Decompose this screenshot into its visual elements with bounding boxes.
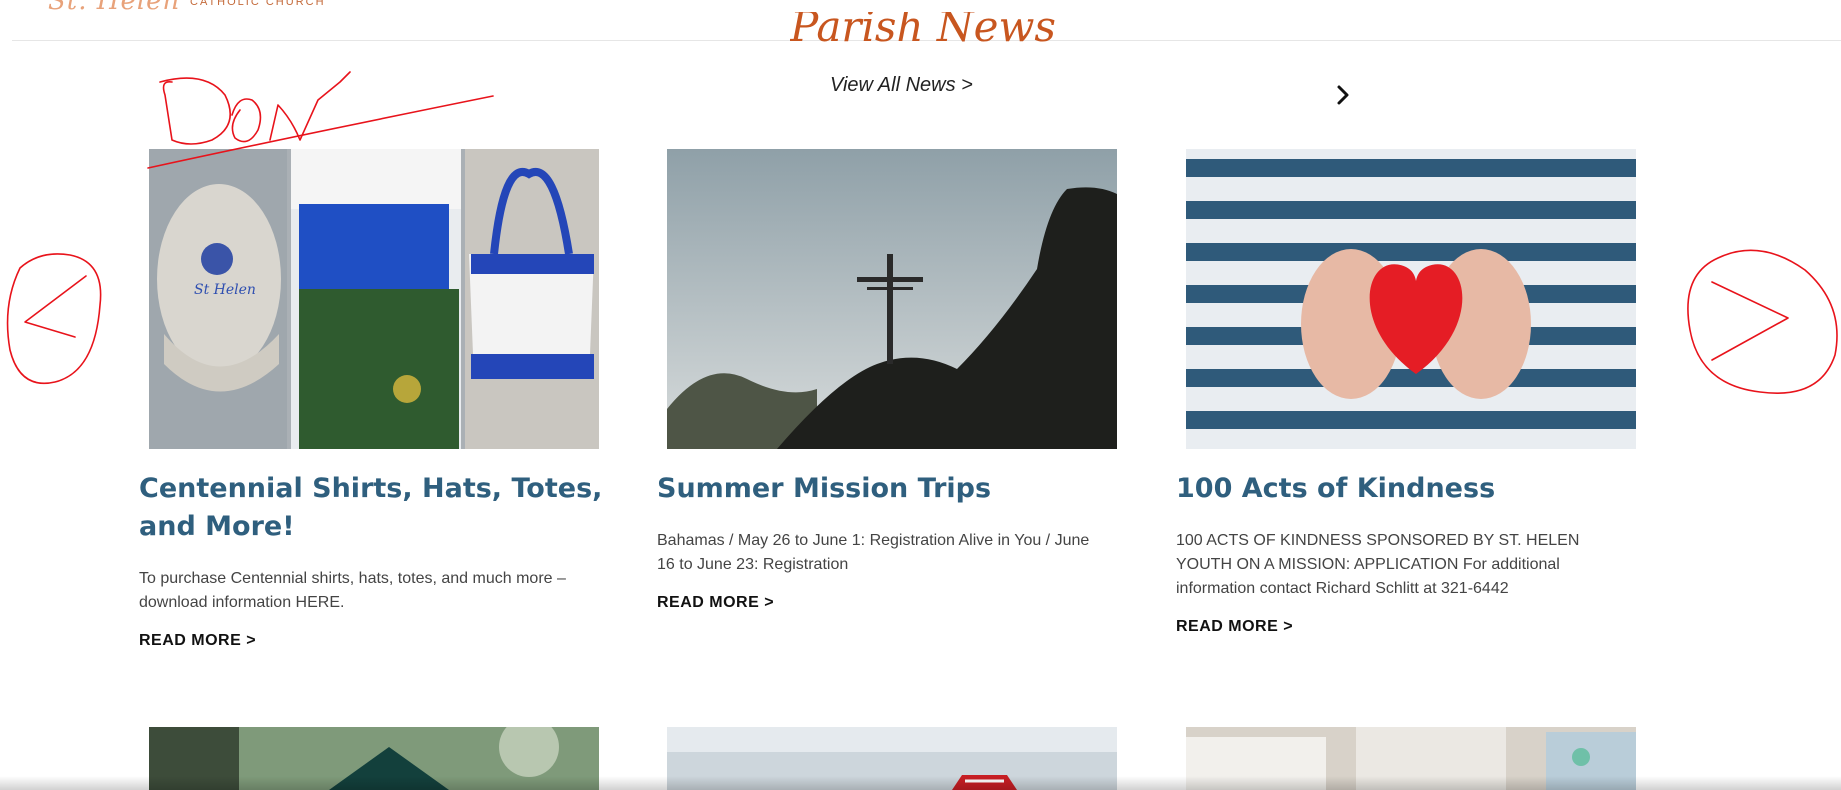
chevron-right-icon	[1337, 85, 1349, 105]
news-card-excerpt: 100 ACTS OF KINDNESS SPONSORED BY ST. HE…	[1176, 532, 1580, 597]
site-logo[interactable]: St. Helen	[48, 0, 180, 16]
section-title: Parish News	[790, 12, 1056, 51]
news-card-title[interactable]: 100 Acts of Kindness	[1176, 470, 1646, 508]
annotation-right-arrow	[1711, 281, 1789, 361]
view-all-news-link[interactable]: View All News >	[830, 74, 973, 97]
news-card-excerpt: To purchase Centennial shirts, hats, tot…	[139, 570, 566, 611]
site-logo-subtitle: CATHOLIC CHURCH	[190, 0, 326, 8]
news-card-title[interactable]: Summer Mission Trips	[657, 470, 1127, 508]
news-card-image-merchandise[interactable]: St Helen	[149, 149, 599, 449]
svg-text:St Helen: St Helen	[194, 282, 256, 298]
annotation-right-circle	[1687, 249, 1838, 394]
news-card-excerpt: Bahamas / May 26 to June 1: Registration…	[657, 532, 1090, 573]
news-card-image-cross[interactable]	[667, 149, 1117, 449]
read-more-link[interactable]: READ MORE >	[1176, 618, 1293, 636]
news-card-image-heart[interactable]	[1186, 149, 1636, 449]
read-more-link[interactable]: READ MORE >	[657, 594, 774, 612]
carousel-next-button[interactable]	[1332, 84, 1354, 106]
annotation-handwriting	[159, 77, 232, 145]
annotation-left-circle	[6, 253, 102, 384]
read-more-link[interactable]: READ MORE >	[139, 632, 256, 650]
annotation-left-arrow	[24, 275, 87, 338]
news-card-title[interactable]: Centennial Shirts, Hats, Totes, and More…	[139, 470, 609, 546]
viewport-bottom-shadow	[0, 776, 1841, 790]
